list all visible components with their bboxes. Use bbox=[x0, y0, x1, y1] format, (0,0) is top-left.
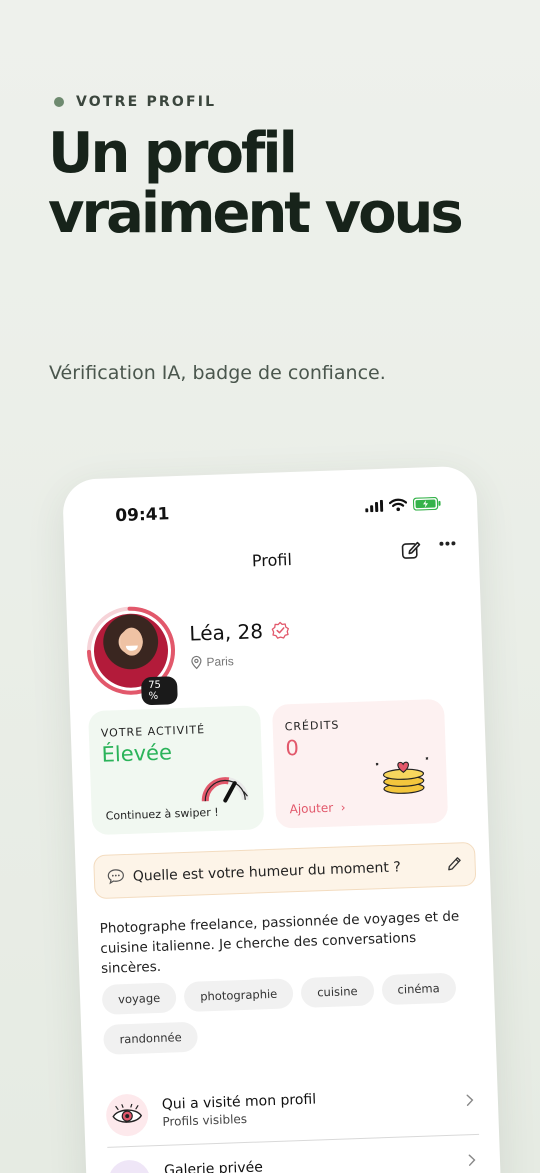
credits-add-link[interactable]: Ajouter › bbox=[289, 800, 345, 816]
status-icons bbox=[365, 496, 441, 513]
gallery-icon bbox=[107, 1159, 152, 1173]
hero-title-line2: vraiment vous bbox=[48, 181, 464, 246]
signal-icon bbox=[365, 499, 384, 512]
eye-icon bbox=[112, 1103, 143, 1123]
profile-header: 75 % Léa, 28 Paris bbox=[84, 594, 465, 706]
menu-row-title: Qui a visité mon profil bbox=[161, 1091, 317, 1113]
profile-city: Paris bbox=[206, 654, 235, 670]
battery-icon bbox=[412, 496, 441, 511]
chat-bubble-icon bbox=[107, 869, 124, 885]
location-pin-icon bbox=[191, 655, 202, 670]
chevron-right-icon bbox=[466, 1094, 474, 1106]
credits-label: CRÉDITS bbox=[284, 718, 340, 734]
stats-cards: VOTRE ACTIVITÉ Élevée Continuez à swiper… bbox=[88, 698, 474, 836]
hero-title-line1: Un profil bbox=[48, 121, 298, 186]
wifi-icon bbox=[388, 498, 408, 512]
menu-row-profile-visitors[interactable]: Qui a visité mon profil Profils visibles bbox=[105, 1082, 478, 1143]
status-time: 09:41 bbox=[114, 504, 170, 527]
mood-prompt[interactable]: Quelle est votre humeur du moment ? bbox=[93, 841, 477, 900]
tag-chip[interactable]: cinéma bbox=[381, 972, 457, 1006]
tag-chip[interactable]: photographie bbox=[183, 978, 294, 1013]
credits-value: 0 bbox=[285, 735, 300, 761]
tag-chip[interactable]: voyage bbox=[101, 982, 177, 1015]
eye-icon-wrap bbox=[105, 1093, 149, 1137]
nav-bar: Profil bbox=[65, 538, 480, 582]
avatar-face bbox=[120, 627, 144, 657]
menu-row-private-gallery[interactable]: Galerie privée bbox=[107, 1148, 481, 1173]
profile-bio: Photographe freelance, passionnée de voy… bbox=[99, 908, 460, 977]
activity-gauge-icon bbox=[201, 777, 249, 803]
tag-chip[interactable]: cuisine bbox=[300, 975, 375, 1008]
eyebrow-dot bbox=[54, 97, 64, 107]
menu-row-title: Galerie privée bbox=[163, 1159, 264, 1173]
profile-name: Léa, 28 bbox=[189, 619, 264, 646]
status-bar: 09:41 bbox=[63, 494, 478, 532]
name-row: Léa, 28 bbox=[189, 618, 289, 646]
mood-prompt-text: Quelle est votre humeur du moment ? bbox=[132, 859, 402, 885]
activity-footer: Continuez à swiper ! bbox=[105, 805, 219, 823]
hero-subtitle: Vérification IA, badge de confiance. bbox=[49, 362, 386, 384]
eyebrow-label: VOTRE PROFIL bbox=[76, 94, 217, 110]
activity-card[interactable]: VOTRE ACTIVITÉ Élevée Continuez à swiper… bbox=[88, 705, 265, 836]
avatar-with-progress[interactable]: 75 % bbox=[84, 604, 178, 706]
interest-tags: voyage photographie cuisine cinéma rando… bbox=[101, 972, 478, 1055]
completion-badge: 75 % bbox=[140, 676, 178, 706]
pencil-icon[interactable] bbox=[446, 855, 463, 872]
pancake-stack-icon bbox=[375, 757, 429, 794]
verified-badge-icon bbox=[271, 621, 289, 639]
activity-value: Élevée bbox=[101, 740, 173, 767]
phone-mockup: 09:41 Profil 75 % Léa, 28 Paris VOTRE AC… bbox=[62, 465, 502, 1173]
more-options-icon[interactable] bbox=[438, 540, 456, 547]
credits-add-label: Ajouter bbox=[289, 800, 334, 817]
hero-title: Un profil vraiment vous bbox=[48, 121, 464, 246]
section-eyebrow: VOTRE PROFIL bbox=[54, 94, 216, 110]
activity-label: VOTRE ACTIVITÉ bbox=[100, 723, 206, 740]
location-row: Paris bbox=[190, 654, 234, 670]
credits-card[interactable]: CRÉDITS 0 Ajouter › bbox=[271, 698, 449, 829]
menu-row-subtitle: Profils visibles bbox=[162, 1111, 248, 1129]
chevron-right-icon bbox=[468, 1154, 476, 1166]
tag-chip[interactable]: randonnée bbox=[103, 1021, 199, 1055]
edit-profile-icon[interactable] bbox=[400, 540, 421, 561]
chevron-right-icon: › bbox=[336, 800, 346, 815]
